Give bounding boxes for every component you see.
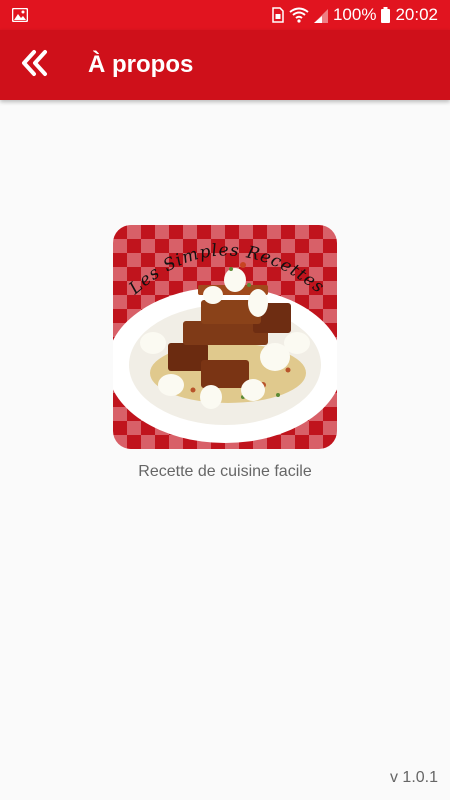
- app-tagline: Recette de cuisine facile: [138, 463, 312, 480]
- status-time: 20:02: [395, 5, 438, 24]
- battery-icon: [381, 7, 391, 23]
- image-icon: [12, 8, 28, 22]
- battery-percent: 100%: [332, 5, 377, 24]
- wifi-icon: [289, 7, 309, 23]
- back-button[interactable]: [0, 30, 70, 100]
- app-logo: Les Simples Recettes: [113, 225, 337, 449]
- sim-icon: [272, 7, 284, 23]
- app-version: v 1.0.1: [389, 769, 438, 786]
- double-chevron-left-icon: [21, 49, 49, 82]
- page-title: À propos: [88, 51, 194, 78]
- signal-icon: [313, 7, 328, 23]
- status-bar: 100% 20:02: [0, 0, 450, 30]
- app-bar: À propos: [0, 30, 450, 100]
